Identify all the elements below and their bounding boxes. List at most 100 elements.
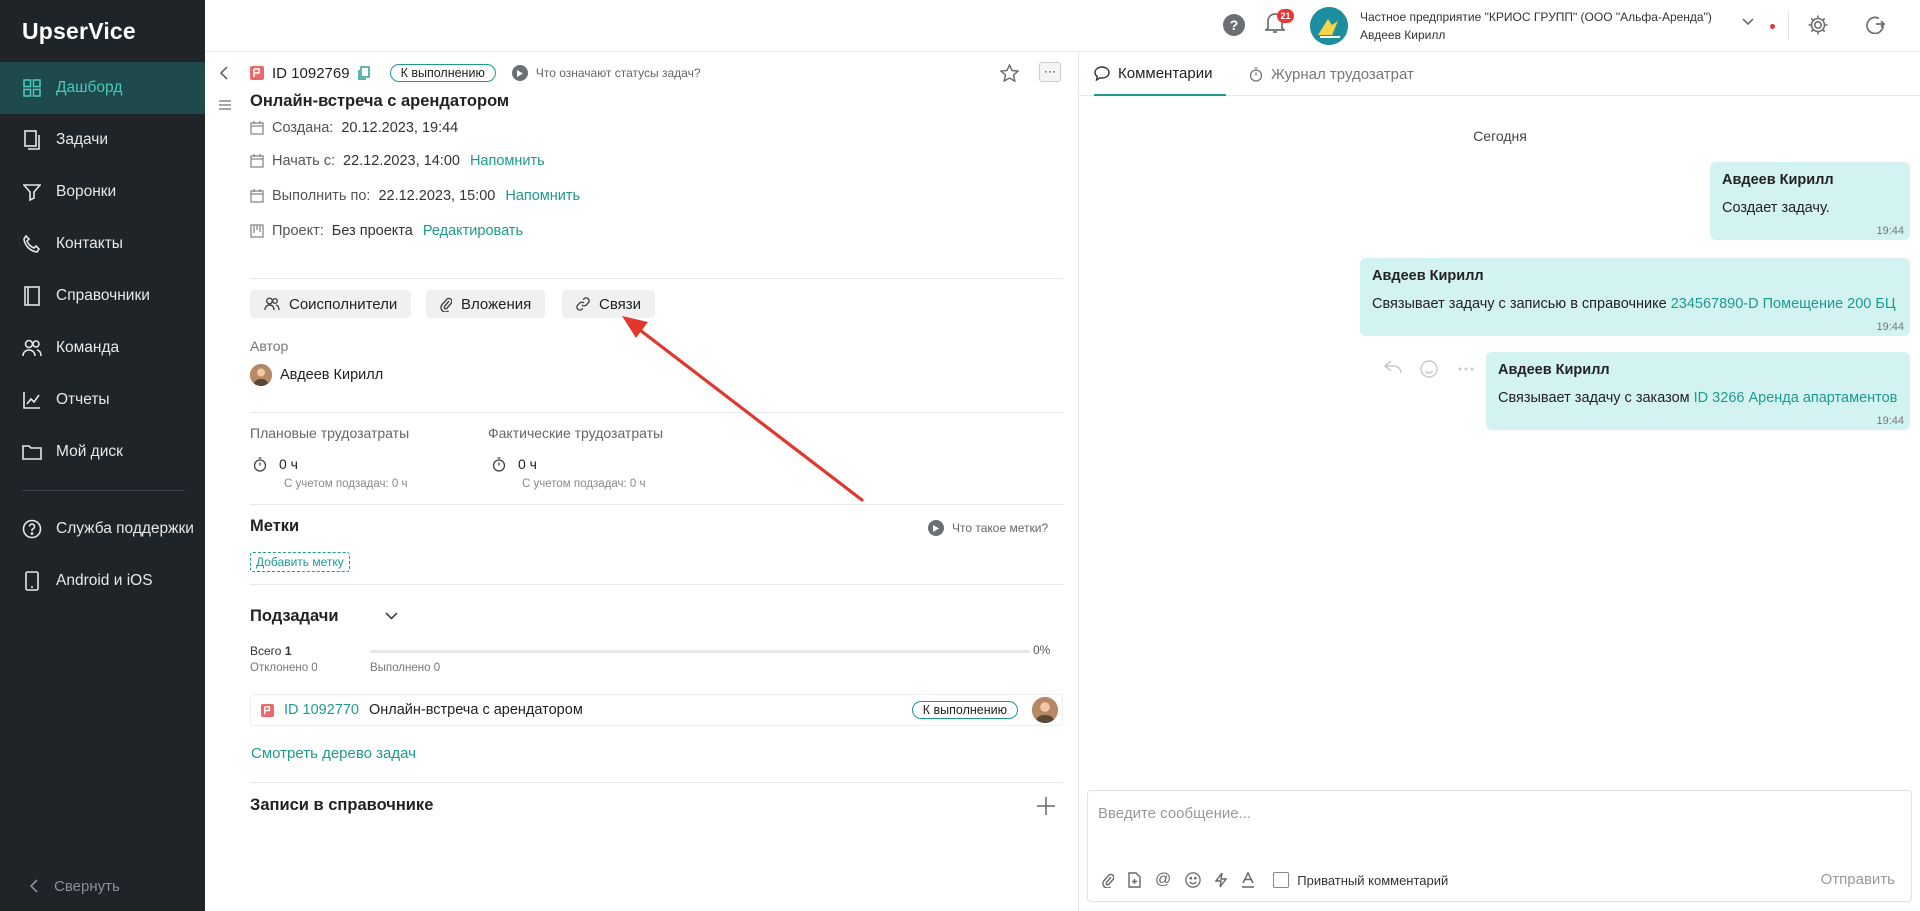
timer-icon <box>253 456 267 472</box>
folder-icon <box>22 442 42 462</box>
sidebar-item-funnels[interactable]: Воронки <box>0 166 205 218</box>
view-task-tree-link[interactable]: Смотреть дерево задач <box>251 745 416 762</box>
funnel-icon <box>22 182 42 202</box>
tab-worklog-label: Журнал трудозатрат <box>1271 65 1414 83</box>
file-icon[interactable] <box>1128 872 1141 888</box>
total-label: Всего <box>250 644 282 658</box>
start-row: Начать с: 22.12.2023, 14:00 Напомнить <box>250 153 545 169</box>
links-button[interactable]: Связи <box>562 290 656 318</box>
subtask-row[interactable]: ID 1092770 Онлайн-встреча с арендатором … <box>250 694 1063 726</box>
avatar <box>250 364 272 386</box>
status-hint-link[interactable]: Что означают статусы задач? <box>511 65 701 81</box>
task-status-badge[interactable]: К выполнению <box>389 64 496 82</box>
send-button[interactable]: Отправить <box>1821 871 1895 888</box>
private-checkbox[interactable] <box>1273 872 1290 888</box>
due-row: Выполнить по: 22.12.2023, 15:00 Напомнит… <box>250 188 580 204</box>
lightning-icon[interactable] <box>1215 872 1228 888</box>
task-type-icon <box>250 66 264 80</box>
timer-icon <box>492 456 506 472</box>
due-value[interactable]: 22.12.2023, 15:00 <box>378 188 495 204</box>
sidebar-item-label: Команда <box>56 339 120 356</box>
account-info[interactable]: Частное предприятие "КРИОС ГРУПП" (ООО "… <box>1360 8 1712 44</box>
logout-button[interactable] <box>1865 14 1885 34</box>
sidebar-item-mobile[interactable]: Android и iOS <box>0 555 205 607</box>
add-tag-button[interactable]: Добавить метку <box>250 552 350 572</box>
sidebar-item-label: Задачи <box>56 131 109 148</box>
subtasks-rejected: Отклонено 0 <box>250 662 318 674</box>
emoji-icon[interactable] <box>1420 360 1438 378</box>
help-button[interactable]: ? <box>1223 14 1245 36</box>
comment-record-link[interactable]: 234567890-D Помещение 200 БЦ <box>1671 296 1896 312</box>
created-value: 20.12.2023, 19:44 <box>341 120 459 136</box>
divider <box>250 504 1063 505</box>
reply-icon[interactable] <box>1384 360 1402 378</box>
top-bar: ? 21 Частное предприятие "КРИОС ГРУПП" (… <box>205 0 1920 52</box>
sidebar-item-contacts[interactable]: Контакты <box>0 218 205 270</box>
sidebar-item-support[interactable]: Служба поддержки <box>0 503 205 555</box>
calendar-icon <box>250 121 264 135</box>
org-name: Частное предприятие "КРИОС ГРУПП" (ООО "… <box>1360 10 1712 24</box>
private-comment-toggle[interactable]: Приватный комментарий <box>1273 872 1448 888</box>
subtask-status-badge[interactable]: К выполнению <box>911 701 1018 719</box>
comment-order-link[interactable]: ID 3266 Аренда апартаментов <box>1694 390 1898 406</box>
company-avatar[interactable] <box>1310 7 1348 45</box>
comment-time: 19:44 <box>1876 415 1904 427</box>
chevron-down-icon[interactable] <box>385 612 398 620</box>
play-icon <box>928 520 944 536</box>
attachments-label: Вложения <box>461 295 532 313</box>
edit-project-link[interactable]: Редактировать <box>423 223 523 239</box>
planned-row[interactable]: 0 ч <box>253 456 298 472</box>
sidebar-item-drive[interactable]: Мой диск <box>0 426 205 478</box>
attachments-button[interactable]: Вложения <box>426 290 546 318</box>
more-icon[interactable] <box>1456 360 1476 378</box>
sidebar-item-team[interactable]: Команда <box>0 322 205 374</box>
help-icon <box>22 519 42 539</box>
actual-row[interactable]: 0 ч <box>492 456 537 472</box>
paperclip-icon[interactable] <box>1102 873 1114 888</box>
sidebar-item-dashboard[interactable]: Дашборд <box>0 62 205 114</box>
subtask-title[interactable]: Онлайн-встреча с арендатором <box>369 702 583 718</box>
subtasks-progress-bar <box>370 650 1030 653</box>
sidebar-collapse-button[interactable]: Свернуть <box>0 861 205 911</box>
day-separator: Сегодня <box>1473 128 1527 144</box>
sidebar-item-directories[interactable]: Справочники <box>0 270 205 322</box>
sidebar-item-tasks[interactable]: Задачи <box>0 114 205 166</box>
start-value[interactable]: 22.12.2023, 14:00 <box>343 153 460 169</box>
tasks-icon <box>22 130 42 150</box>
coexecutors-label: Соисполнители <box>289 295 398 313</box>
author-label: Автор <box>250 338 289 354</box>
text-format-icon[interactable] <box>1241 872 1255 888</box>
coexecutors-button[interactable]: Соисполнители <box>250 290 412 318</box>
plus-icon[interactable] <box>1037 797 1055 815</box>
menu-icon[interactable] <box>219 100 231 110</box>
subtasks-total: Всего 1 <box>250 644 292 658</box>
tags-hint-text: Что такое метки? <box>952 521 1049 535</box>
author-row[interactable]: Авдеев Кирилл <box>250 364 383 386</box>
task-title: Онлайн-встреча с арендатором <box>250 92 510 110</box>
remind-start-link[interactable]: Напомнить <box>470 153 545 169</box>
back-icon[interactable] <box>219 66 228 80</box>
task-id: ID 1092769 <box>272 64 350 82</box>
star-icon[interactable] <box>1000 64 1019 82</box>
sidebar-item-label: Дашборд <box>56 79 123 96</box>
emoji-icon[interactable] <box>1185 872 1201 888</box>
more-options-button[interactable]: ⋯ <box>1039 62 1061 82</box>
planned-value: 0 ч <box>279 456 298 472</box>
tab-worklog[interactable]: Журнал трудозатрат <box>1249 52 1414 96</box>
tab-comments[interactable]: Комментарии <box>1094 52 1227 96</box>
copy-icon[interactable] <box>357 66 370 80</box>
comment-time: 19:44 <box>1876 225 1904 237</box>
app-logo[interactable]: UpserVice <box>0 0 205 62</box>
settings-button[interactable] <box>1807 14 1829 36</box>
sidebar-item-label: Служба поддержки <box>56 520 194 537</box>
tags-hint-link[interactable]: Что такое метки? <box>928 520 1048 536</box>
chevron-down-icon[interactable] <box>1742 18 1754 26</box>
message-input[interactable] <box>1098 805 1878 822</box>
subtask-id-link[interactable]: ID 1092770 <box>284 702 359 718</box>
mention-icon[interactable]: @ <box>1155 871 1171 889</box>
composer-toolbar: @ Приватный комментарий <box>1102 871 1448 889</box>
sidebar-item-reports[interactable]: Отчеты <box>0 374 205 426</box>
chevron-left-icon <box>30 879 38 893</box>
total-value: 1 <box>284 644 292 658</box>
remind-due-link[interactable]: Напомнить <box>505 188 580 204</box>
